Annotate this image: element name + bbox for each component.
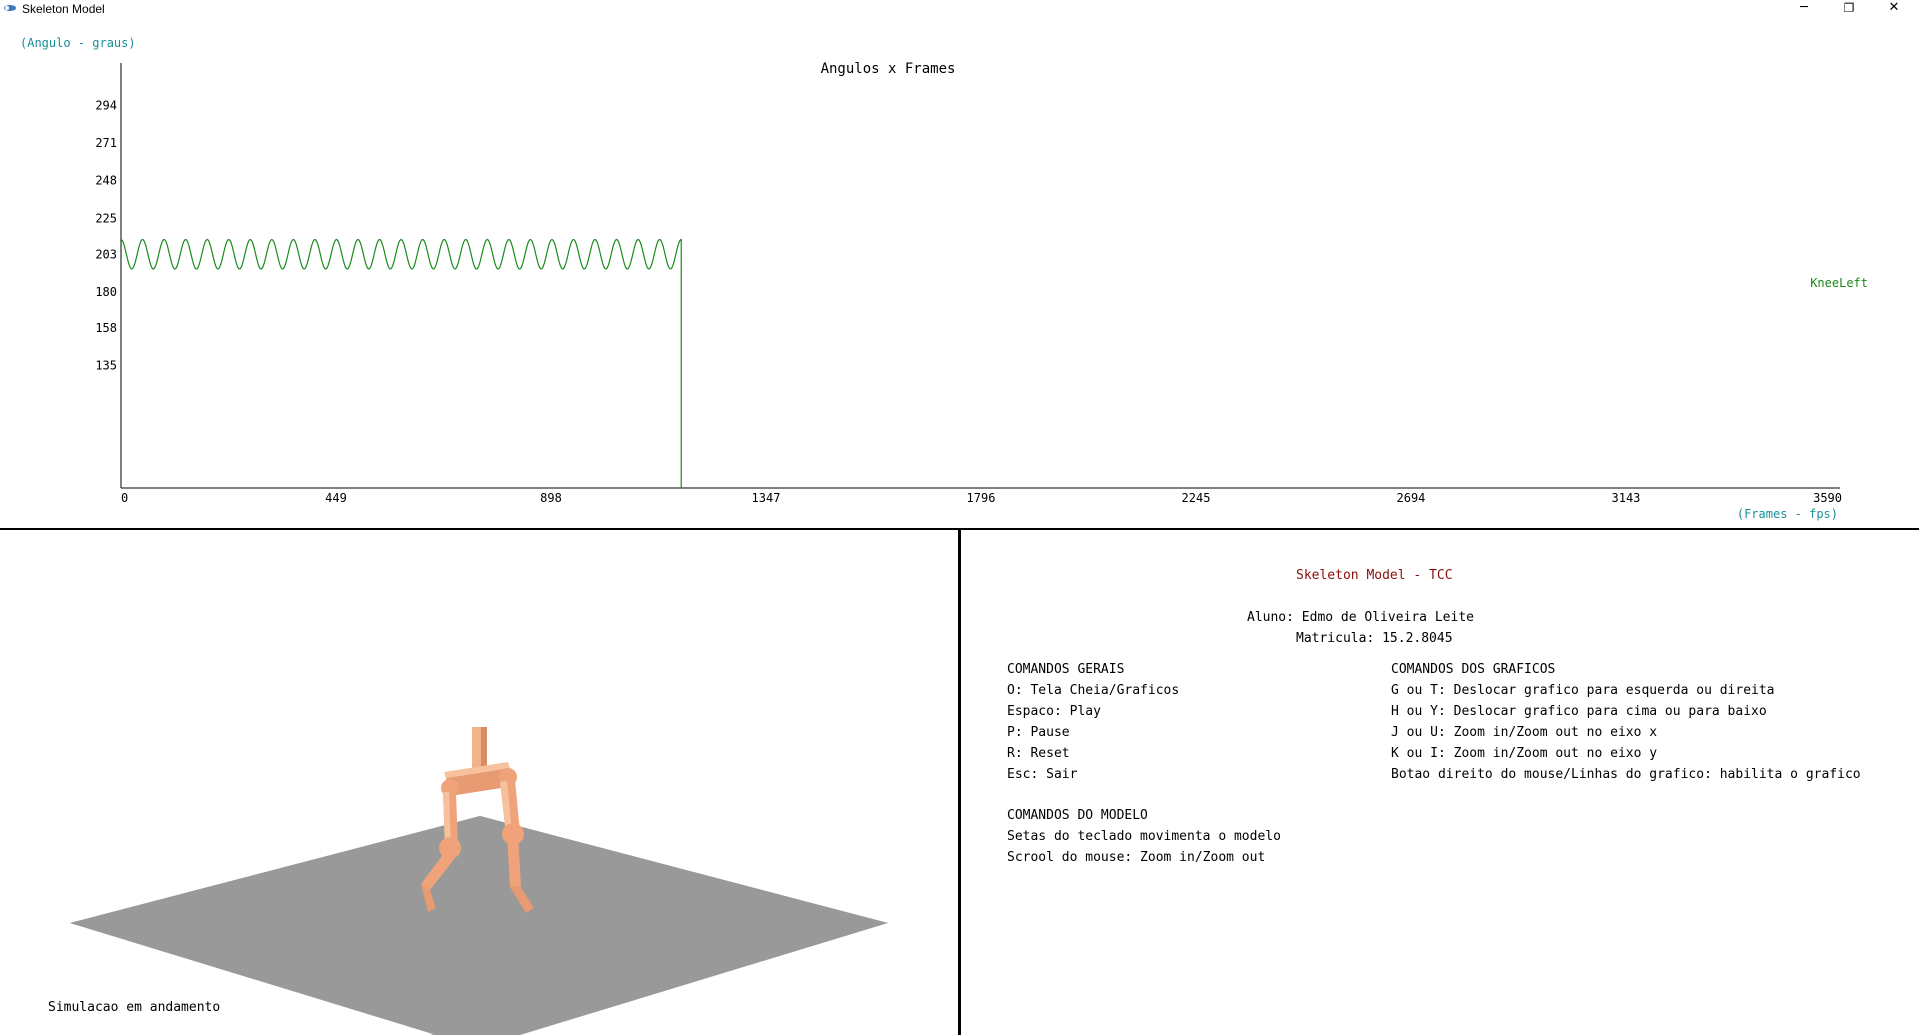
chart-title: Angulos x Frames [821, 61, 956, 77]
y-tick-label: 225 [95, 211, 117, 225]
general-command: Esc: Sair [1007, 767, 1078, 782]
general-commands-header: COMANDOS GERAIS [1007, 662, 1125, 677]
restore-button[interactable]: ❐ [1829, 0, 1869, 18]
model-command: Setas do teclado movimenta o modelo [1007, 829, 1281, 844]
x-tick-label: 898 [540, 491, 562, 505]
y-tick-label: 135 [95, 358, 117, 372]
minimize-button[interactable]: ─ [1784, 0, 1824, 18]
x-tick-label: 1347 [752, 491, 781, 505]
y-tick-label: 180 [95, 285, 117, 299]
window-title: Skeleton Model [22, 2, 105, 16]
chart-commands-header: COMANDOS DOS GRAFICOS [1391, 662, 1556, 677]
x-tick-label: 1796 [967, 491, 996, 505]
x-tick-label: 3590 [1813, 491, 1842, 505]
info-panel: Skeleton Model - TCC Aluno: Edmo de Oliv… [961, 530, 1919, 1035]
app-icon [4, 5, 16, 11]
model-command: Scrool do mouse: Zoom in/Zoom out [1007, 850, 1266, 865]
student-name: Aluno: Edmo de Oliveira Leite [1247, 610, 1474, 625]
skeleton-3d-view[interactable]: Simulacao em andamento [0, 530, 958, 1035]
general-command: P: Pause [1007, 725, 1070, 740]
close-button[interactable]: ✕ [1874, 0, 1914, 18]
x-tick-label: 449 [325, 491, 347, 505]
y-tick-label: 248 [95, 174, 117, 188]
y-tick-label: 271 [95, 136, 117, 150]
student-registration: Matricula: 15.2.8045 [1296, 631, 1453, 646]
y-tick-label: 294 [95, 99, 117, 113]
series-line-kneeleft [120, 238, 682, 488]
chart-command: G ou T: Deslocar grafico para esquerda o… [1391, 683, 1775, 698]
y-tick-label: 203 [95, 247, 117, 261]
project-title: Skeleton Model - TCC [1296, 568, 1453, 583]
x-tick-label: 0 [121, 491, 128, 505]
angles-chart[interactable]: Angulos x Frames (Angulo - graus) (Frames … [0, 18, 1919, 528]
legend-entry-kneeleft: KneeLeft [1810, 276, 1868, 290]
title-bar: Skeleton Model ─ ❐ ✕ [0, 0, 1919, 18]
y-tick-label: 158 [95, 321, 117, 335]
x-tick-label: 3143 [1612, 491, 1641, 505]
general-command: O: Tela Cheia/Graficos [1007, 683, 1180, 698]
chart-panel[interactable]: Angulos x Frames (Angulo - graus) (Frames … [0, 18, 1919, 528]
chart-command: Botao direito do mouse/Linhas do grafico… [1391, 767, 1861, 782]
model-commands-header: COMANDOS DO MODELO [1007, 808, 1148, 823]
general-command: Espaco: Play [1007, 704, 1101, 719]
general-command: R: Reset [1007, 746, 1070, 761]
y-axis-label: (Angulo - graus) [20, 36, 136, 50]
chart-command: J ou U: Zoom in/Zoom out no eixo x [1391, 725, 1658, 740]
x-axis-label: (Frames - fps) [1737, 507, 1838, 521]
skeleton-scene[interactable] [0, 530, 958, 1035]
x-tick-label: 2694 [1397, 491, 1426, 505]
x-tick-label: 2245 [1182, 491, 1211, 505]
chart-command: K ou I: Zoom in/Zoom out no eixo y [1391, 746, 1658, 761]
simulation-status: Simulacao em andamento [48, 1000, 221, 1015]
chart-command: H ou Y: Deslocar grafico para cima ou pa… [1391, 704, 1767, 719]
